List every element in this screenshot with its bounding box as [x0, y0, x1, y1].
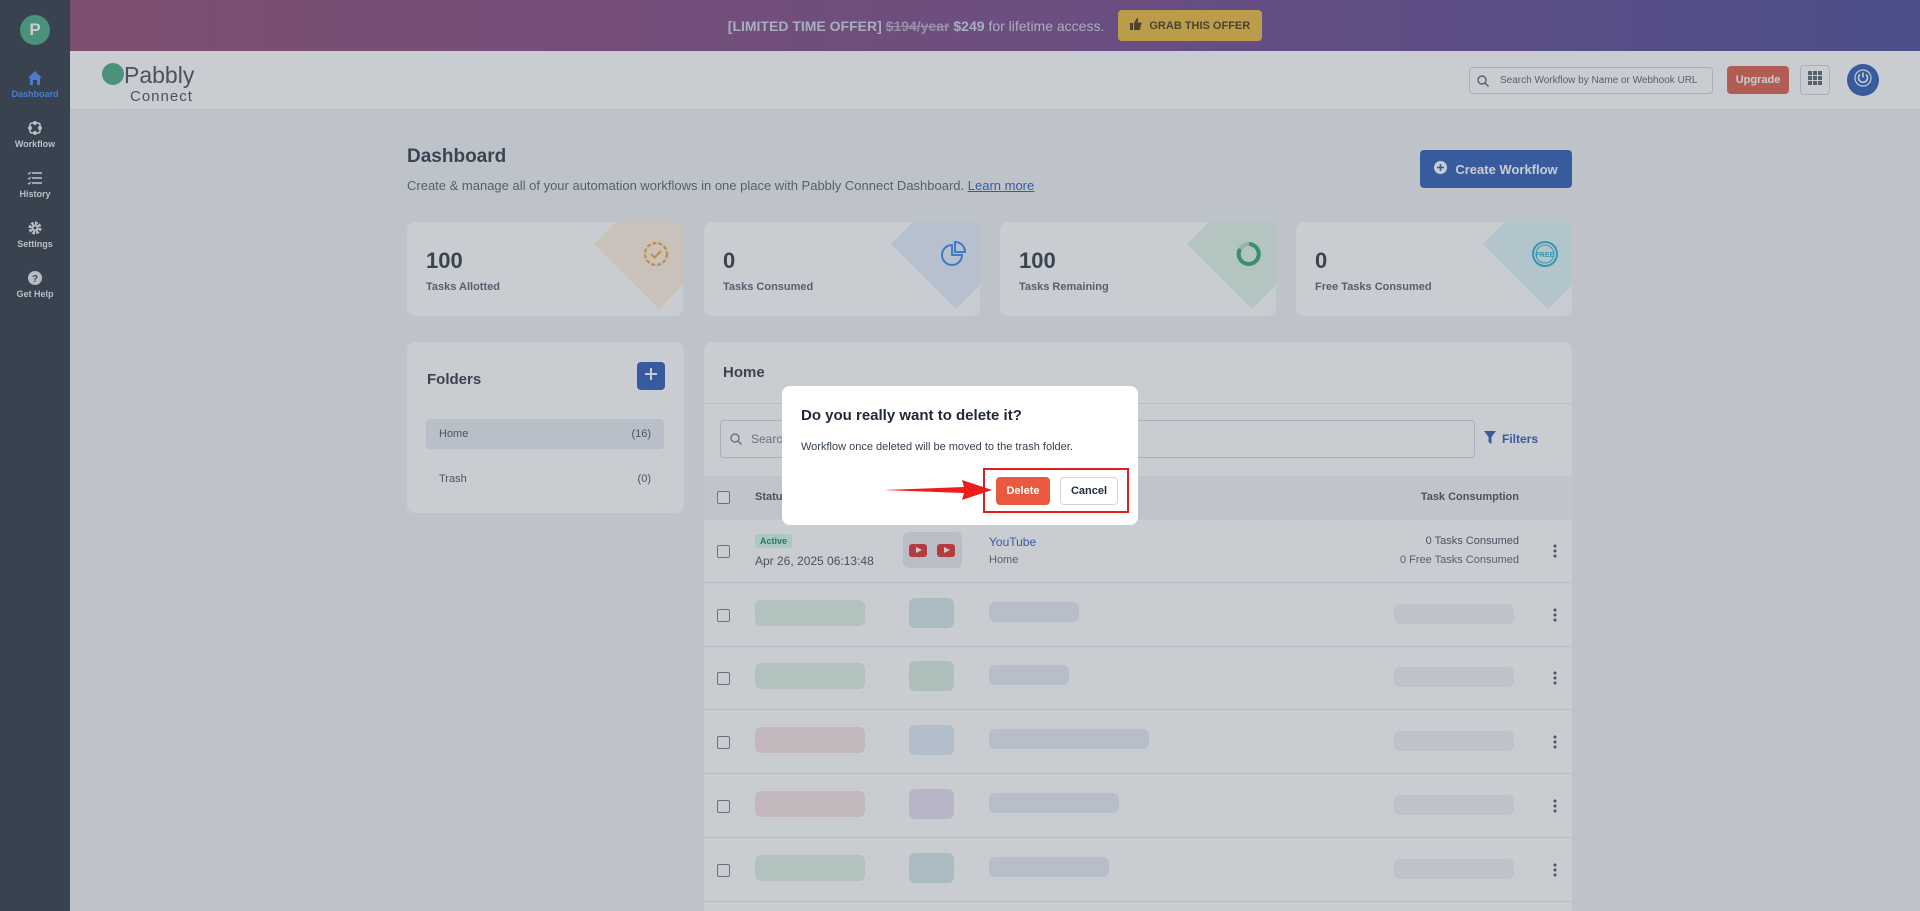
red-arrow-icon [884, 480, 992, 500]
highlight-box [983, 468, 1129, 513]
dialog-title: Do you really want to delete it? [801, 407, 1022, 424]
dialog-message: Workflow once deleted will be moved to t… [801, 441, 1073, 453]
